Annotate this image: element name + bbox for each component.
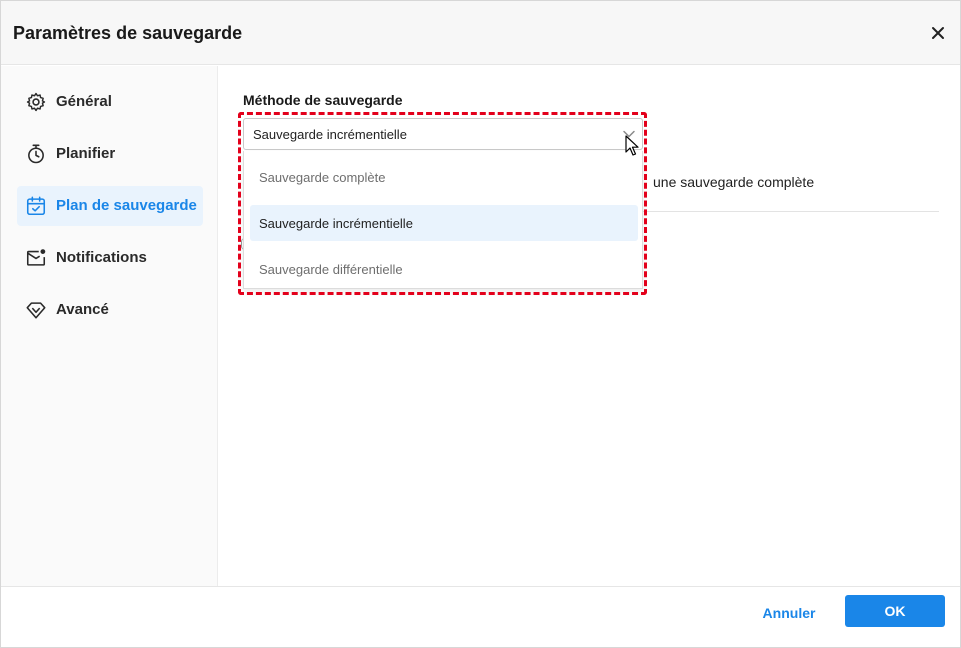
dialog-title: Paramètres de sauvegarde	[13, 23, 243, 43]
background-description-text: une sauvegarde complète	[653, 174, 815, 190]
sidebar-item-label: Général	[56, 93, 112, 110]
sidebar-item-label: Plan de sauvegarde	[56, 197, 197, 214]
sidebar-item-schedule[interactable]: Planifier	[17, 134, 203, 174]
sidebar-item-label: Planifier	[56, 145, 116, 162]
annotation-highlight-box	[238, 112, 647, 295]
diamond-icon	[26, 302, 46, 319]
dialog-titlebar: Paramètres de sauvegarde	[1, 1, 960, 65]
backup-settings-dialog: Paramètres de sauvegarde Général Planifi…	[0, 0, 961, 648]
sidebar-item-general[interactable]: Général	[17, 82, 203, 122]
mail-notification-icon	[26, 249, 46, 266]
sidebar-item-notifications[interactable]: Notifications	[17, 238, 203, 278]
sidebar-item-backup-plan[interactable]: Plan de sauvegarde	[17, 186, 203, 226]
calendar-check-icon	[26, 196, 46, 216]
sidebar: Général Planifier Plan de sauvegarde Not…	[1, 66, 218, 586]
sidebar-item-advanced[interactable]: Avancé	[17, 290, 203, 330]
dialog-footer: Annuler OK	[1, 586, 960, 647]
close-icon	[932, 27, 944, 39]
stopwatch-icon	[28, 144, 44, 164]
ok-button[interactable]: OK	[845, 595, 945, 627]
cancel-button[interactable]: Annuler	[749, 597, 829, 629]
backup-method-label: Méthode de sauvegarde	[243, 92, 403, 108]
gear-icon	[26, 92, 46, 112]
close-button[interactable]	[926, 21, 950, 45]
sidebar-item-label: Notifications	[56, 249, 147, 266]
sidebar-item-label: Avancé	[56, 301, 109, 318]
mouse-cursor-icon	[625, 135, 639, 156]
